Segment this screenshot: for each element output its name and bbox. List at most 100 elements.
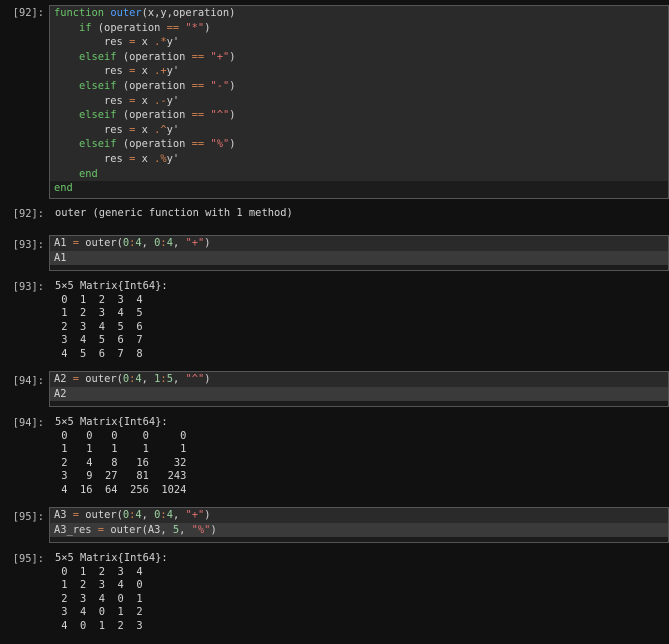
output-line: 5×5 Matrix{Int64}: bbox=[55, 416, 168, 428]
output-line: 1 2 3 4 0 bbox=[55, 579, 143, 592]
code-token: x bbox=[135, 94, 155, 107]
code-token: outer( bbox=[79, 373, 123, 385]
input-prompt: [94]: bbox=[12, 375, 44, 387]
code-token: y' bbox=[166, 152, 180, 165]
notebook: [92]: function outer(x,y,operation) if (… bbox=[0, 0, 669, 644]
code-token: elseif bbox=[79, 50, 117, 63]
code-token: ) bbox=[204, 373, 211, 385]
code-line[interactable]: res = x .+y' bbox=[50, 64, 668, 79]
code-line[interactable]: A2 = outer(0:4, 1:5, "^") bbox=[50, 372, 668, 387]
code-line[interactable]: A2 bbox=[50, 386, 668, 402]
code-line[interactable]: elseif (operation == "+") bbox=[50, 49, 668, 65]
code-token: A1 bbox=[54, 251, 67, 264]
code-input[interactable]: A1 = outer(0:4, 0:4, "+") A1 bbox=[49, 235, 669, 271]
code-line[interactable]: A3 = outer(0:4, 0:4, "+") bbox=[50, 508, 668, 523]
cell-output: 5×5 Matrix{Int64}: 0 1 2 3 4 1 2 3 4 5 2… bbox=[55, 280, 168, 362]
output-line: 4 5 6 7 8 bbox=[55, 347, 143, 360]
output-line: 4 0 1 2 3 bbox=[55, 619, 143, 632]
code-line[interactable]: A1 = outer(0:4, 0:4, "+") bbox=[50, 236, 668, 251]
output-line: 3 4 0 1 2 bbox=[55, 606, 143, 619]
code-token: "+" bbox=[185, 237, 205, 249]
code-token: (operation bbox=[91, 21, 167, 34]
code-token: y' bbox=[166, 94, 180, 107]
code-token: end bbox=[79, 167, 98, 180]
code-token: x bbox=[135, 152, 155, 165]
code-input[interactable]: function outer(x,y,operation) if (operat… bbox=[49, 5, 669, 199]
code-token: "%" bbox=[210, 138, 230, 151]
code-token: ) bbox=[204, 21, 211, 34]
code-line[interactable]: elseif (operation == "^") bbox=[50, 108, 668, 123]
code-input[interactable]: A2 = outer(0:4, 1:5, "^") A2 bbox=[49, 371, 669, 407]
output-line: 1 2 3 4 5 bbox=[55, 307, 143, 320]
output-line: 0 1 2 3 4 bbox=[55, 565, 143, 578]
code-line[interactable]: res = x .%y' bbox=[50, 151, 668, 167]
code-line[interactable]: end bbox=[50, 181, 668, 196]
code-token: elseif bbox=[79, 109, 117, 122]
code-token: res bbox=[54, 123, 130, 136]
code-line[interactable]: res = x .-y' bbox=[50, 93, 668, 109]
code-line[interactable]: res = x .*y' bbox=[50, 35, 668, 50]
code-line[interactable]: A1 bbox=[50, 250, 668, 266]
code-token: "%" bbox=[191, 523, 211, 536]
code-line[interactable]: function outer(x,y,operation) bbox=[50, 6, 668, 21]
code-token: res bbox=[54, 94, 130, 107]
code-token: res bbox=[54, 65, 130, 78]
code-token: A2 bbox=[54, 387, 67, 400]
output-line: 4 16 64 256 1024 bbox=[55, 483, 187, 496]
code-token: x bbox=[135, 36, 155, 49]
code-token: x bbox=[135, 65, 155, 78]
code-token: "+" bbox=[210, 50, 230, 63]
output-line: 5×5 Matrix{Int64}: bbox=[55, 280, 168, 292]
output-line: 0 0 0 0 0 bbox=[55, 429, 187, 442]
code-token: ) bbox=[229, 109, 236, 122]
output-line: 1 1 1 1 1 bbox=[55, 443, 187, 456]
code-token: == bbox=[191, 50, 205, 63]
code-token: .^ bbox=[154, 123, 167, 136]
code-token: end bbox=[54, 182, 73, 195]
code-line[interactable]: res = x .^y' bbox=[50, 122, 668, 138]
output-line: 2 3 4 5 6 bbox=[55, 320, 143, 333]
cell-output: 5×5 Matrix{Int64}: 0 0 0 0 0 1 1 1 1 1 2… bbox=[55, 416, 186, 498]
code-token: , bbox=[172, 509, 186, 521]
code-token: ) bbox=[229, 138, 236, 151]
code-token: , bbox=[141, 509, 155, 521]
output-line: 2 3 4 0 1 bbox=[55, 592, 143, 605]
input-prompt: [92]: bbox=[12, 7, 44, 19]
code-token: (x,y,operation) bbox=[141, 7, 236, 19]
code-token: res bbox=[54, 36, 130, 49]
code-token: , bbox=[141, 237, 155, 249]
code-token: (operation bbox=[116, 79, 192, 92]
output-prompt: [94]: bbox=[12, 417, 44, 429]
output-line: 0 1 2 3 4 bbox=[55, 293, 143, 306]
code-token: .+ bbox=[154, 65, 167, 78]
code-line[interactable]: end bbox=[50, 166, 668, 182]
code-token: == bbox=[191, 109, 205, 122]
output-prompt: [92]: bbox=[12, 208, 44, 220]
code-line[interactable]: elseif (operation == "-") bbox=[50, 78, 668, 94]
code-token: "+" bbox=[185, 509, 205, 521]
code-token: , bbox=[141, 373, 155, 385]
code-token: "-" bbox=[210, 79, 230, 92]
code-line[interactable]: A3_res = outer(A3, 5, "%") bbox=[50, 522, 668, 538]
output-line: 3 4 5 6 7 bbox=[55, 334, 143, 347]
code-token: ) bbox=[210, 523, 217, 536]
code-token: elseif bbox=[79, 138, 117, 151]
code-token: A3 bbox=[54, 509, 73, 521]
code-token: , bbox=[179, 523, 192, 536]
code-token: ) bbox=[204, 237, 211, 249]
code-line[interactable]: if (operation == "*") bbox=[50, 20, 668, 36]
code-token: (operation bbox=[116, 109, 192, 122]
code-token: == bbox=[166, 21, 180, 34]
code-line[interactable]: elseif (operation == "%") bbox=[50, 137, 668, 152]
code-token: ) bbox=[229, 79, 236, 92]
code-token: outer( bbox=[79, 237, 123, 249]
code-token: , bbox=[172, 373, 186, 385]
code-token: .- bbox=[154, 94, 167, 107]
code-token: outer bbox=[110, 7, 142, 19]
code-input[interactable]: A3 = outer(0:4, 0:4, "+") A3_res = outer(… bbox=[49, 507, 669, 543]
code-token: ) bbox=[204, 509, 211, 521]
